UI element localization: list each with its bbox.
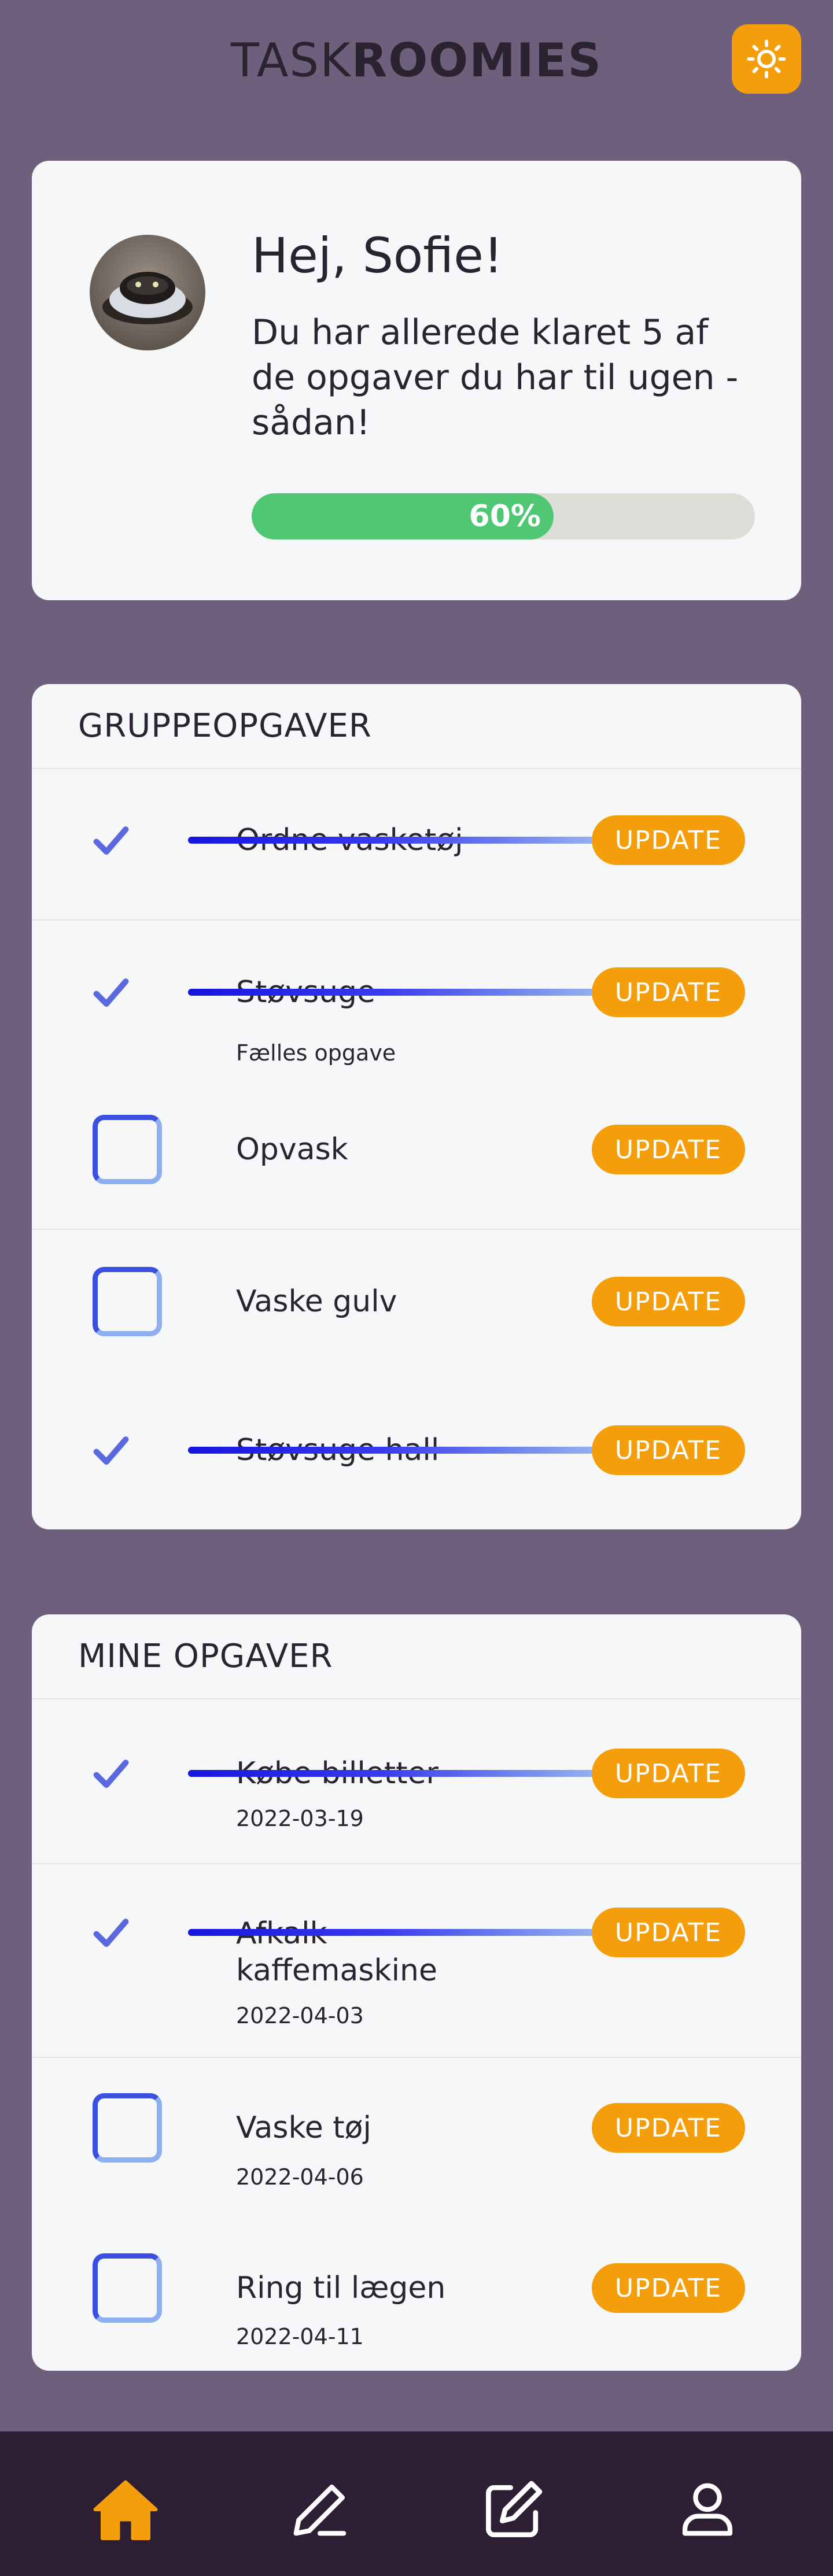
weekly-progress-bar: 60% xyxy=(252,493,755,539)
strikethrough-line xyxy=(188,837,619,844)
nav-home[interactable] xyxy=(88,2472,163,2547)
task-checkbox[interactable] xyxy=(93,1267,162,1336)
progress-summary: Du har allerede klaret 5 af de opgaver d… xyxy=(252,312,739,443)
task-checkbox[interactable] xyxy=(93,2253,162,2323)
divider xyxy=(32,768,801,769)
divider xyxy=(32,2057,801,2058)
app-header: TASKROOMIES xyxy=(0,0,833,116)
task-label: Vaske tøj xyxy=(236,2111,371,2145)
update-button[interactable]: UPDATE xyxy=(592,815,745,865)
update-button[interactable]: UPDATE xyxy=(592,1277,745,1326)
task-subtext: 2022-03-19 xyxy=(236,1806,364,1831)
update-button[interactable]: UPDATE xyxy=(592,1749,745,1798)
task-subtext: Fælles opgave xyxy=(236,1040,396,1066)
progress-fill: 60% xyxy=(252,493,554,539)
sun-icon xyxy=(747,39,786,79)
checkmark-icon[interactable] xyxy=(93,822,130,859)
strikethrough-line xyxy=(188,1929,619,1936)
edit-square-icon xyxy=(485,2481,542,2537)
strikethrough-line xyxy=(188,1447,619,1454)
theme-toggle-button[interactable] xyxy=(732,24,801,94)
task-label: Opvask xyxy=(236,1132,348,1167)
nav-profile[interactable] xyxy=(670,2472,745,2547)
profile-card: Hej, Sofie! Du har allerede klaret 5 af … xyxy=(32,161,801,600)
task-checkbox[interactable] xyxy=(93,2093,162,2163)
section-title: MINE OPGAVER xyxy=(78,1638,333,1675)
task-label: Ring til lægen xyxy=(236,2271,446,2305)
strikethrough-line xyxy=(188,1770,619,1777)
nav-pencil[interactable] xyxy=(282,2472,357,2547)
nav-edit[interactable] xyxy=(476,2472,551,2547)
update-button[interactable]: UPDATE xyxy=(592,1425,745,1475)
section-title: GRUPPEOPGAVER xyxy=(78,707,372,745)
checkmark-icon[interactable] xyxy=(93,1914,130,1951)
divider xyxy=(32,1229,801,1230)
task-subtext: 2022-04-03 xyxy=(236,2003,364,2028)
update-button[interactable]: UPDATE xyxy=(592,2103,745,2153)
task-subtext: 2022-04-06 xyxy=(236,2164,364,2190)
task-label: Afkalk kaffemaskine xyxy=(236,1916,438,1988)
pencil-icon xyxy=(293,2484,347,2536)
greeting: Hej, Sofie! xyxy=(252,227,503,284)
checkmark-icon[interactable] xyxy=(93,1755,130,1792)
logo-text-bold: ROOMIES xyxy=(351,34,602,87)
divider xyxy=(32,919,801,921)
task-checkbox[interactable] xyxy=(93,1115,162,1184)
task-label: Vaske gulv xyxy=(236,1284,397,1319)
update-button[interactable]: UPDATE xyxy=(592,967,745,1017)
divider xyxy=(32,1698,801,1699)
progress-label: 60% xyxy=(469,499,541,534)
avatar-image xyxy=(102,272,193,324)
logo-text-thin: TASK xyxy=(231,34,352,87)
bottom-nav xyxy=(0,2431,833,2576)
checkmark-icon[interactable] xyxy=(93,974,130,1011)
avatar xyxy=(90,235,205,350)
home-icon xyxy=(93,2480,158,2540)
task-subtext: 2022-04-11 xyxy=(236,2324,364,2349)
checkmark-icon[interactable] xyxy=(93,1432,130,1469)
update-button[interactable]: UPDATE xyxy=(592,1125,745,1174)
app-logo: TASKROOMIES xyxy=(0,34,833,87)
my-tasks-card: MINE OPGAVER Købe billetter UPDATE 2022-03… xyxy=(32,1614,801,2371)
divider xyxy=(32,1863,801,1864)
update-button[interactable]: UPDATE xyxy=(592,2263,745,2313)
user-icon xyxy=(682,2483,733,2536)
strikethrough-line xyxy=(188,989,619,996)
group-tasks-card: GRUPPEOPGAVER Ordne vasketøj UPDATE Støvsu… xyxy=(32,684,801,1529)
update-button[interactable]: UPDATE xyxy=(592,1908,745,1957)
